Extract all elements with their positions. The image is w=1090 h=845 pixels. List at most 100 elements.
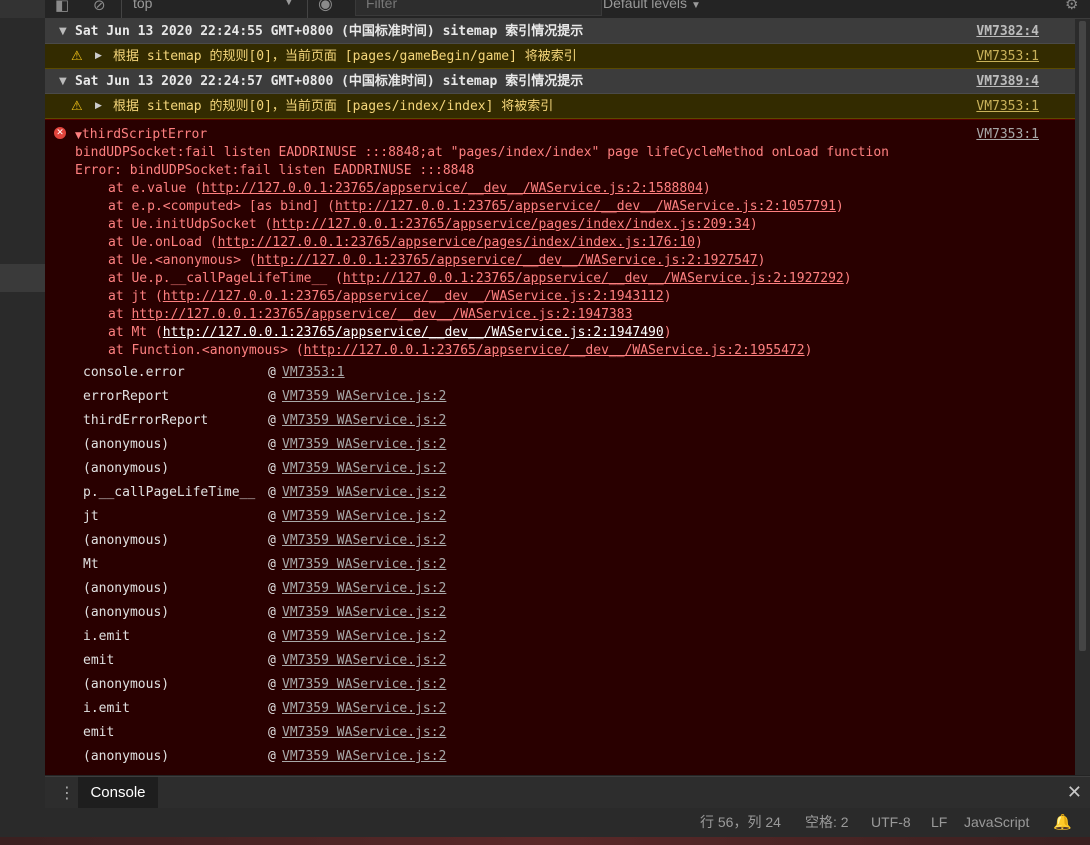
call-stack-function: (anonymous) — [83, 461, 170, 476]
status-bar-edge — [0, 837, 1090, 845]
call-stack-source-link[interactable]: VM7359 WAService.js:2 — [282, 529, 446, 553]
warning-message: ⚠ ▶ 根据 sitemap 的规则[0]，当前页面 [pages/gameBe… — [45, 44, 1075, 69]
chevron-down-icon: ▼ — [690, 0, 701, 11]
call-stack-row: (anonymous) @ VM7359 WAService.js:2 — [83, 745, 683, 769]
stack-frame-link[interactable]: http://127.0.0.1:23765/appservice/__dev_… — [304, 343, 805, 358]
call-stack-source-link[interactable]: VM7359 WAService.js:2 — [282, 697, 446, 721]
warning-text: 根据 sitemap 的规则[0]，当前页面 [pages/gameBegin/… — [113, 49, 577, 64]
at-sign: @ — [268, 749, 276, 764]
error-message: ✕ ▼thirdScriptError VM7353:1 bindUDPSock… — [45, 119, 1075, 775]
expand-triangle-icon[interactable]: ▼ — [59, 69, 67, 94]
stack-frame: at Ue.<anonymous> (http://127.0.0.1:2376… — [108, 252, 765, 270]
call-stack-row: jt @ VM7359 WAService.js:2 — [83, 505, 683, 529]
source-link[interactable]: VM7353:1 — [976, 44, 1039, 69]
more-menu-icon[interactable]: ⋮ — [59, 783, 75, 803]
warning-text: 根据 sitemap 的规则[0]，当前页面 [pages/index/inde… — [113, 99, 554, 114]
stack-frame: at e.value (http://127.0.0.1:23765/appse… — [108, 180, 711, 198]
call-stack-source-link[interactable]: VM7359 WAService.js:2 — [282, 601, 446, 625]
at-sign: @ — [268, 557, 276, 572]
console-messages: ▼ Sat Jun 13 2020 22:24:55 GMT+0800 (中国标… — [45, 19, 1075, 775]
expand-triangle-icon[interactable]: ▶ — [95, 94, 102, 119]
error-title: thirdScriptError — [81, 127, 208, 142]
call-stack-row: (anonymous) @ VM7359 WAService.js:2 — [83, 457, 683, 481]
call-stack-function: errorReport — [83, 389, 170, 404]
stack-frame-link[interactable]: http://127.0.0.1:23765/appservice/__dev_… — [131, 307, 632, 322]
log-levels-dropdown[interactable]: Default levels ▼ — [603, 0, 701, 11]
at-sign: @ — [268, 677, 276, 692]
call-stack-source-link[interactable]: VM7359 WAService.js:2 — [282, 577, 446, 601]
call-stack-source-link[interactable]: VM7359 WAService.js:2 — [282, 385, 446, 409]
at-sign: @ — [268, 485, 276, 500]
call-stack-row: Mt @ VM7359 WAService.js:2 — [83, 553, 683, 577]
stack-frame: at Mt (http://127.0.0.1:23765/appservice… — [108, 324, 672, 342]
error-header[interactable]: ▼thirdScriptError — [75, 126, 207, 145]
close-icon[interactable]: ✕ — [1067, 781, 1082, 805]
stack-frame-suffix: ) — [804, 343, 813, 358]
log-group-header[interactable]: ▼ Sat Jun 13 2020 22:24:55 GMT+0800 (中国标… — [45, 19, 1075, 44]
sidebar-toggle-icon[interactable]: ◧ — [55, 0, 69, 14]
stack-frame-link[interactable]: http://127.0.0.1:23765/appservice/__dev_… — [335, 199, 836, 214]
cursor-position[interactable]: 行 56，列 24 — [700, 812, 781, 832]
language-mode[interactable]: JavaScript — [964, 812, 1029, 832]
source-link[interactable]: VM7353:1 — [976, 94, 1039, 119]
stack-frame: at Ue.onLoad (http://127.0.0.1:23765/app… — [108, 234, 703, 252]
toolbar-separator — [121, 0, 122, 18]
at-sign: @ — [268, 509, 276, 524]
stack-frame-link[interactable]: http://127.0.0.1:23765/appservice/pages/… — [272, 217, 749, 232]
call-stack-source-link[interactable]: VM7353:1 — [282, 361, 345, 385]
left-panel-strip — [0, 0, 45, 845]
stack-frame-suffix: ) — [663, 289, 672, 304]
expand-triangle-icon[interactable]: ▼ — [59, 19, 67, 44]
line-ending[interactable]: LF — [931, 812, 947, 832]
call-stack-row: (anonymous) @ VM7359 WAService.js:2 — [83, 529, 683, 553]
at-sign: @ — [268, 389, 276, 404]
stack-frame-link[interactable]: http://127.0.0.1:23765/appservice/__dev_… — [257, 253, 758, 268]
stack-frame-suffix: ) — [835, 199, 844, 214]
call-stack-row: (anonymous) @ VM7359 WAService.js:2 — [83, 433, 683, 457]
stack-frame-link[interactable]: http://127.0.0.1:23765/appservice/__dev_… — [163, 325, 664, 340]
toolbar-separator — [307, 0, 308, 18]
stack-frame-link[interactable]: http://127.0.0.1:23765/appservice/__dev_… — [343, 271, 844, 286]
tab-console[interactable]: Console — [78, 777, 158, 809]
editor-status-bar: 行 56，列 24 空格: 2 UTF-8 LF JavaScript 🔔 — [0, 808, 1090, 845]
call-stack-source-link[interactable]: VM7359 WAService.js:2 — [282, 505, 446, 529]
console-scrollbar[interactable] — [1075, 19, 1090, 775]
settings-gear-icon[interactable]: ⚙ — [1065, 0, 1078, 13]
call-stack-source-link[interactable]: VM7359 WAService.js:2 — [282, 553, 446, 577]
call-stack-source-link[interactable]: VM7359 WAService.js:2 — [282, 481, 446, 505]
call-stack-source-link[interactable]: VM7359 WAService.js:2 — [282, 457, 446, 481]
call-stack-source-link[interactable]: VM7359 WAService.js:2 — [282, 745, 446, 769]
at-sign: @ — [268, 701, 276, 716]
call-stack-source-link[interactable]: VM7359 WAService.js:2 — [282, 433, 446, 457]
expand-triangle-icon[interactable]: ▶ — [95, 44, 102, 69]
indentation[interactable]: 空格: 2 — [805, 812, 849, 832]
source-link[interactable]: VM7389:4 — [976, 69, 1039, 94]
call-stack-function: emit — [83, 653, 115, 668]
call-stack-source-link[interactable]: VM7359 WAService.js:2 — [282, 625, 446, 649]
stack-frame-link[interactable]: http://127.0.0.1:23765/appservice/pages/… — [218, 235, 695, 250]
bell-icon[interactable]: 🔔 — [1053, 812, 1072, 832]
call-stack-source-link[interactable]: VM7359 WAService.js:2 — [282, 409, 446, 433]
expand-triangle-icon[interactable]: ▼ — [75, 131, 82, 141]
stack-frame-function: at Mt ( — [108, 325, 163, 340]
stack-frame-link[interactable]: http://127.0.0.1:23765/appservice/__dev_… — [163, 289, 664, 304]
context-selector[interactable]: top — [133, 0, 152, 11]
call-stack-source-link[interactable]: VM7359 WAService.js:2 — [282, 721, 446, 745]
context-dropdown-icon[interactable]: ▼ — [285, 0, 293, 7]
log-group-header[interactable]: ▼ Sat Jun 13 2020 22:24:57 GMT+0800 (中国标… — [45, 69, 1075, 94]
at-sign: @ — [268, 365, 276, 380]
stack-frame-link[interactable]: http://127.0.0.1:23765/appservice/__dev_… — [202, 181, 703, 196]
source-link[interactable]: VM7382:4 — [976, 19, 1039, 44]
log-levels-label: Default levels — [603, 0, 688, 11]
call-stack-function: console.error — [83, 365, 185, 380]
call-stack-source-link[interactable]: VM7359 WAService.js:2 — [282, 673, 446, 697]
clear-console-icon[interactable]: ⊘ — [93, 0, 106, 14]
call-stack-source-link[interactable]: VM7359 WAService.js:2 — [282, 649, 446, 673]
scrollbar-thumb[interactable] — [1079, 21, 1086, 651]
source-link[interactable]: VM7353:1 — [976, 126, 1039, 144]
filter-input[interactable] — [356, 0, 576, 13]
file-encoding[interactable]: UTF-8 — [871, 812, 911, 832]
call-stack-function: (anonymous) — [83, 605, 170, 620]
error-message-line: Error: bindUDPSocket:fail listen EADDRIN… — [75, 163, 475, 178]
eye-icon[interactable]: ◉ — [318, 0, 333, 14]
